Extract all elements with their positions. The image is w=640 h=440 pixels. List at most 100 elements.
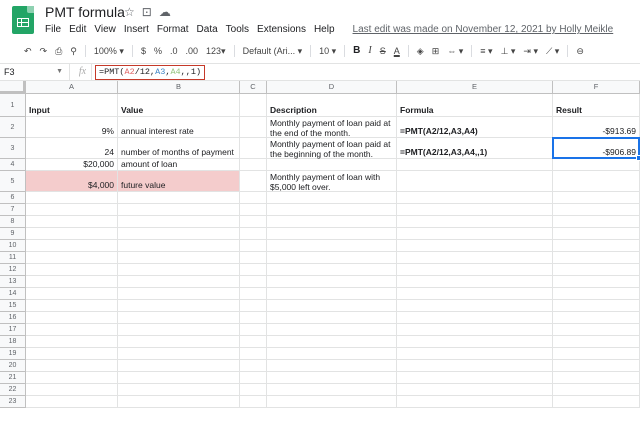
formula-input[interactable]: =PMT(A2/12,A3,A4,,1) (95, 65, 206, 80)
cell-d2[interactable]: Monthly payment of loan paid at the end … (267, 117, 397, 138)
cell-f4[interactable] (553, 159, 640, 171)
cell-c6[interactable] (240, 192, 267, 204)
menu-file[interactable]: File (45, 24, 65, 35)
cell-b7[interactable] (118, 204, 240, 216)
cell-c20[interactable] (240, 360, 267, 372)
cell-b3[interactable]: number of months of payment (118, 138, 240, 159)
menu-help[interactable]: Help (310, 24, 339, 35)
row-header-23[interactable]: 23 (0, 396, 26, 408)
text-color-button[interactable]: A (390, 43, 404, 59)
menu-extensions[interactable]: Extensions (253, 24, 310, 35)
cell-c14[interactable] (240, 288, 267, 300)
cell-d17[interactable] (267, 324, 397, 336)
cell-c13[interactable] (240, 276, 267, 288)
cell-c2[interactable] (240, 117, 267, 138)
cell-e15[interactable] (397, 300, 553, 312)
cell-d23[interactable] (267, 396, 397, 408)
cell-d20[interactable] (267, 360, 397, 372)
undo-icon[interactable]: ↶ (20, 43, 36, 59)
cell-d1[interactable]: Description (267, 94, 397, 117)
cell-d8[interactable] (267, 216, 397, 228)
cell-c23[interactable] (240, 396, 267, 408)
cell-d21[interactable] (267, 372, 397, 384)
row-header-12[interactable]: 12 (0, 264, 26, 276)
redo-icon[interactable]: ↷ (36, 43, 52, 59)
cell-e12[interactable] (397, 264, 553, 276)
insert-link-icon[interactable]: ⊖ (572, 43, 588, 59)
cell-c1[interactable] (240, 94, 267, 117)
cell-f11[interactable] (553, 252, 640, 264)
cell-c17[interactable] (240, 324, 267, 336)
cell-c15[interactable] (240, 300, 267, 312)
font-family-select[interactable]: Default (Ari... ▾ (239, 43, 307, 59)
cell-e5[interactable] (397, 171, 553, 192)
cell-e9[interactable] (397, 228, 553, 240)
cell-c21[interactable] (240, 372, 267, 384)
cell-d14[interactable] (267, 288, 397, 300)
cell-d18[interactable] (267, 336, 397, 348)
cell-f14[interactable] (553, 288, 640, 300)
column-header-f[interactable]: F (553, 81, 640, 94)
cell-a9[interactable] (26, 228, 118, 240)
cell-a1[interactable]: Input (26, 94, 118, 117)
cell-a5[interactable]: $4,000 (26, 171, 118, 192)
cell-f23[interactable] (553, 396, 640, 408)
cell-e11[interactable] (397, 252, 553, 264)
cell-c18[interactable] (240, 336, 267, 348)
font-size-select[interactable]: 10 ▾ (315, 43, 340, 59)
cell-f6[interactable] (553, 192, 640, 204)
row-header-13[interactable]: 13 (0, 276, 26, 288)
row-header-17[interactable]: 17 (0, 324, 26, 336)
column-header-e[interactable]: E (397, 81, 553, 94)
cell-c10[interactable] (240, 240, 267, 252)
cell-a23[interactable] (26, 396, 118, 408)
cell-e14[interactable] (397, 288, 553, 300)
percent-format-button[interactable]: % (150, 43, 166, 59)
cell-b5[interactable]: future value (118, 171, 240, 192)
cell-a15[interactable] (26, 300, 118, 312)
cell-d12[interactable] (267, 264, 397, 276)
menu-format[interactable]: Format (153, 24, 193, 35)
cell-b1[interactable]: Value (118, 94, 240, 117)
fill-color-icon[interactable]: ◈ (413, 43, 428, 59)
cell-b6[interactable] (118, 192, 240, 204)
cell-a3[interactable]: 24 (26, 138, 118, 159)
row-header-15[interactable]: 15 (0, 300, 26, 312)
row-header-11[interactable]: 11 (0, 252, 26, 264)
cell-b11[interactable] (118, 252, 240, 264)
cell-e10[interactable] (397, 240, 553, 252)
cell-b9[interactable] (118, 228, 240, 240)
cell-c19[interactable] (240, 348, 267, 360)
cell-b2[interactable]: annual interest rate (118, 117, 240, 138)
print-icon[interactable]: ⎙ (51, 43, 66, 59)
cell-b19[interactable] (118, 348, 240, 360)
cell-d6[interactable] (267, 192, 397, 204)
row-header-1[interactable]: 1 (0, 94, 26, 117)
cell-e7[interactable] (397, 204, 553, 216)
cell-c7[interactable] (240, 204, 267, 216)
more-formats-select[interactable]: 123▾ (202, 43, 230, 59)
menu-insert[interactable]: Insert (120, 24, 153, 35)
cell-b22[interactable] (118, 384, 240, 396)
cell-e6[interactable] (397, 192, 553, 204)
menu-edit[interactable]: Edit (65, 24, 90, 35)
row-header-4[interactable]: 4 (0, 159, 26, 171)
cell-f17[interactable] (553, 324, 640, 336)
cell-f8[interactable] (553, 216, 640, 228)
cell-e19[interactable] (397, 348, 553, 360)
cell-a12[interactable] (26, 264, 118, 276)
cell-e3[interactable]: =PMT(A2/12,A3,A4,,1) (397, 138, 553, 159)
cell-a2[interactable]: 9% (26, 117, 118, 138)
row-header-18[interactable]: 18 (0, 336, 26, 348)
menu-data[interactable]: Data (193, 24, 222, 35)
zoom-select[interactable]: 100% ▾ (90, 43, 128, 59)
row-header-2[interactable]: 2 (0, 117, 26, 138)
row-header-7[interactable]: 7 (0, 204, 26, 216)
cell-e13[interactable] (397, 276, 553, 288)
row-header-3[interactable]: 3 (0, 138, 26, 159)
cell-f19[interactable] (553, 348, 640, 360)
cell-b13[interactable] (118, 276, 240, 288)
row-header-14[interactable]: 14 (0, 288, 26, 300)
column-header-c[interactable]: C (240, 81, 267, 94)
cell-f13[interactable] (553, 276, 640, 288)
